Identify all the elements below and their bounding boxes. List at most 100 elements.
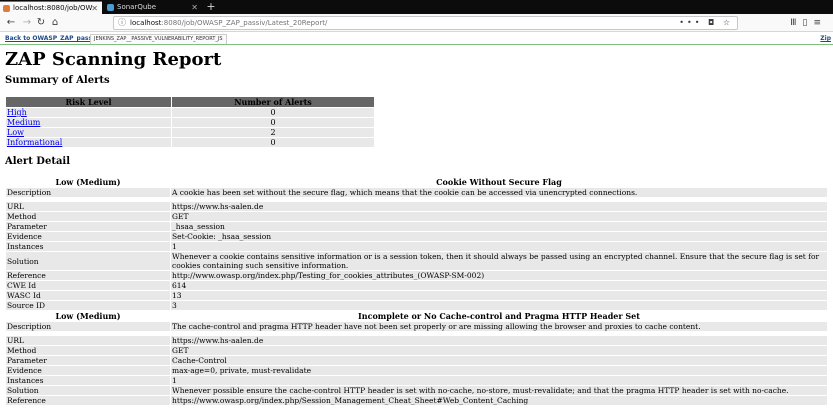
page-actions-icon[interactable]: •••: [679, 18, 702, 27]
site-info-icon[interactable]: ⓘ: [118, 17, 126, 29]
summary-header-row: Risk Level Number of Alerts: [6, 97, 374, 107]
table-row: URL https://www.hs-aalen.de: [6, 202, 827, 211]
table-row: URL https://www.hs-aalen.de: [6, 336, 827, 345]
field-value: Cache-Control: [171, 356, 827, 365]
number-of-alerts-header: Number of Alerts: [172, 97, 374, 107]
field-value: Set-Cookie: _hsaa_session: [171, 232, 827, 241]
risk-link-high[interactable]: High: [7, 108, 27, 117]
table-row: Method GET: [6, 346, 827, 355]
alert-count: 0: [172, 108, 374, 117]
pocket-icon[interactable]: ◘: [708, 18, 717, 27]
tab-sonarqube[interactable]: SonarQube ✕: [104, 1, 202, 14]
field-label: Instances: [6, 376, 170, 385]
field-label: WASC Id: [6, 291, 170, 300]
field-value: https://www.hs-aalen.de: [171, 336, 827, 345]
back-to-job-link[interactable]: Back to OWASP_ZAP_passiv: [5, 35, 98, 42]
field-value: https://www.hs-aalen.de: [171, 202, 827, 211]
url-bar[interactable]: ⓘ localhost:8080/job/OWASP_ZAP_passiv/La…: [113, 16, 738, 30]
table-row: Parameter Cache-Control: [6, 356, 827, 365]
field-label: Evidence: [6, 366, 170, 375]
field-label: Reference: [6, 396, 170, 405]
summary-table: Risk Level Number of Alerts High 0 Mediu…: [5, 96, 375, 148]
home-icon[interactable]: ⌂: [48, 16, 62, 30]
field-label: Solution: [6, 386, 170, 395]
risk-link-informational[interactable]: Informational: [7, 138, 62, 147]
back-arrow-icon[interactable]: ←: [4, 16, 18, 30]
field-label: Reference: [6, 271, 170, 280]
bookmark-star-icon[interactable]: ☆: [723, 18, 733, 27]
field-label: Parameter: [6, 222, 170, 231]
table-row: Evidence Set-Cookie: _hsaa_session: [6, 232, 827, 241]
field-value: The cache-control and pragma HTTP header…: [171, 322, 827, 331]
url-host: localhost: [130, 19, 162, 27]
tab-label: SonarQube: [117, 3, 157, 11]
field-label: Method: [6, 212, 170, 221]
alert-header-row: Low (Medium) Incomplete or No Cache-cont…: [6, 311, 827, 321]
table-row: High 0: [6, 108, 374, 117]
alert-name: Incomplete or No Cache-control and Pragm…: [358, 311, 640, 321]
menu-icon[interactable]: ≡: [813, 18, 827, 28]
tab-label: localhost:8080/job/OW: [13, 4, 93, 12]
field-value: Whenever possible ensure the cache-contr…: [171, 386, 827, 395]
table-row: Parameter _hsaa_session: [6, 222, 827, 231]
table-row: Description The cache-control and pragma…: [6, 322, 827, 331]
field-value: GET: [171, 346, 827, 355]
field-label: Evidence: [6, 232, 170, 241]
field-value: A cookie has been set without the secure…: [171, 188, 827, 197]
alert-count: 0: [172, 138, 374, 147]
tab-zap-report[interactable]: localhost:8080/job/OW ✕: [0, 1, 102, 14]
field-value: 1: [171, 376, 827, 385]
table-row: Solution Whenever possible ensure the ca…: [6, 386, 827, 395]
risk-link-medium[interactable]: Medium: [7, 118, 40, 127]
field-value: 13: [171, 291, 827, 300]
table-row: Instances 1: [6, 376, 827, 385]
risk-link-low[interactable]: Low: [7, 128, 24, 137]
jenkins-favicon-icon: [3, 5, 10, 12]
url-path: :8080/job/OWASP_ZAP_passiv/Latest_20Repo…: [161, 19, 328, 27]
close-tab-icon[interactable]: ✕: [191, 1, 198, 14]
field-label: Method: [6, 346, 170, 355]
library-icon[interactable]: Ⅲ: [790, 18, 802, 28]
table-row: Reference https://www.owasp.org/index.ph…: [6, 396, 827, 405]
forward-arrow-icon[interactable]: →: [20, 16, 34, 30]
table-row: WASC Id 13: [6, 291, 827, 300]
alert-risk: Low (Medium): [55, 311, 121, 321]
table-row: Medium 0: [6, 118, 374, 127]
table-row: Description A cookie has been set withou…: [6, 188, 827, 197]
alert-count: 2: [172, 128, 374, 137]
field-value: 3: [171, 301, 827, 310]
report-tab[interactable]: JENKINS_ZAP__PASSIVE_VULNERABILITY_REPOR…: [90, 34, 227, 44]
table-row: Source ID 3: [6, 301, 827, 310]
sonarqube-favicon-icon: [107, 4, 114, 11]
field-value: https://www.owasp.org/index.php/Session_…: [171, 396, 827, 405]
field-label: Description: [6, 188, 170, 197]
field-value: GET: [171, 212, 827, 221]
field-value: 614: [171, 281, 827, 290]
new-tab-icon[interactable]: +: [204, 0, 218, 14]
field-label: Instances: [6, 242, 170, 251]
table-row: Method GET: [6, 212, 827, 221]
field-label: URL: [6, 336, 170, 345]
reload-icon[interactable]: ↻: [34, 16, 48, 30]
field-label: Solution: [6, 252, 170, 270]
table-row: CWE Id 614: [6, 281, 827, 290]
alert-detail-heading: Alert Detail: [5, 156, 71, 167]
alert-name: Cookie Without Secure Flag: [436, 177, 562, 187]
alert-risk: Low (Medium): [55, 177, 121, 187]
field-value: Whenever a cookie contains sensitive inf…: [171, 252, 827, 270]
table-row: Informational 0: [6, 138, 374, 147]
close-tab-icon[interactable]: ✕: [91, 2, 98, 14]
table-row: Low 2: [6, 128, 374, 137]
jenkins-report-header: Back to OWASP_ZAP_passiv JENKINS_ZAP__PA…: [0, 33, 833, 45]
table-row: Evidence max-age=0, private, must-revali…: [6, 366, 827, 375]
field-value: max-age=0, private, must-revalidate: [171, 366, 827, 375]
alert-detail-table: Low (Medium) Cookie Without Secure Flag …: [5, 176, 828, 406]
field-label: CWE Id: [6, 281, 170, 290]
field-label: Parameter: [6, 356, 170, 365]
zip-link[interactable]: Zip: [820, 35, 831, 42]
summary-heading: Summary of Alerts: [5, 75, 110, 86]
field-value: _hsaa_session: [171, 222, 827, 231]
table-row: Reference http://www.owasp.org/index.php…: [6, 271, 827, 280]
sidebar-icon[interactable]: ▯: [803, 18, 814, 28]
navigation-toolbar: ← → ↻ ⌂ ⓘ localhost:8080/job/OWASP_ZAP_p…: [0, 14, 833, 32]
